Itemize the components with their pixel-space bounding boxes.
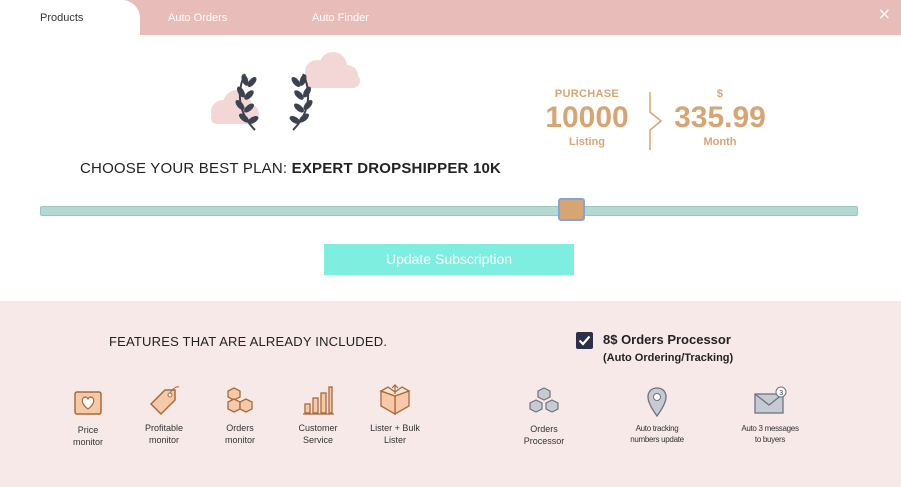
feature-lister-bulk-lister: Lister + Bulk Lister: [362, 384, 428, 446]
envelope-icon: 3: [754, 386, 787, 414]
purchase-stat: PURCHASE 10000 Listing: [540, 88, 634, 148]
feature-customer-service: Customer Service: [290, 384, 346, 446]
plan-title: CHOOSE YOUR BEST PLAN: EXPERT DROPSHIPPE…: [80, 160, 501, 177]
feature-label: Auto 3 messages to buyers: [741, 424, 799, 444]
cloud-icon: [305, 52, 360, 88]
price-tag-heart-icon: [74, 391, 102, 415]
feature-label: Price monitor: [72, 425, 103, 447]
price-stat: $ 335.99 Month: [668, 88, 772, 148]
orders-processor-title: 8$ Orders Processor: [603, 332, 731, 347]
cubes-icon: [529, 387, 559, 413]
processor-orders-processor: Orders Processor: [514, 385, 574, 447]
open-box-icon: [379, 384, 411, 416]
feature-price-monitor: Price monitor: [60, 386, 116, 448]
features-title: FEATURES THAT ARE ALREADY INCLUDED.: [109, 334, 388, 349]
laurel-logo: [211, 52, 360, 131]
processor-auto-messages: 3 Auto 3 messages to buyers: [732, 385, 808, 445]
message-count-badge: 3: [779, 390, 783, 397]
plan-name: EXPERT DROPSHIPPER 10K: [291, 160, 502, 177]
purchase-unit: Listing: [568, 136, 606, 148]
bar-chart-icon: [303, 386, 334, 415]
orders-processor-checkbox[interactable]: [576, 332, 593, 349]
plan-title-prefix: CHOOSE YOUR BEST PLAN:: [80, 160, 292, 177]
feature-orders-monitor: Orders monitor: [212, 384, 268, 446]
tab-bar: Products Auto Orders Auto Finder ×: [0, 0, 901, 35]
feature-label: Customer Service: [298, 423, 338, 445]
price-currency: $: [716, 88, 724, 100]
tab-products[interactable]: Products: [0, 0, 140, 35]
purchase-caption: PURCHASE: [554, 88, 620, 100]
price-unit: Month: [703, 136, 737, 148]
purchase-value: 10000: [545, 101, 629, 134]
plan-slider-track[interactable]: [40, 206, 858, 216]
feature-label: Orders Processor: [523, 424, 565, 446]
chevron-divider-icon: [649, 92, 663, 150]
feature-label: Auto tracking numbers update: [630, 424, 684, 444]
feature-label: Orders monitor: [224, 423, 255, 445]
boxes-icon: [227, 387, 253, 413]
feature-label: Profitable monitor: [144, 423, 184, 445]
tab-auto-orders[interactable]: Auto Orders: [168, 0, 227, 35]
tab-auto-finder[interactable]: Auto Finder: [312, 0, 369, 35]
update-subscription-button[interactable]: Update Subscription: [324, 244, 574, 275]
feature-profitable-monitor: Profitable monitor: [136, 384, 192, 446]
processor-auto-tracking: Auto tracking numbers update: [620, 385, 694, 445]
checkmark-icon: [578, 335, 591, 346]
close-icon[interactable]: ×: [878, 4, 891, 23]
price-value: 335.99: [674, 101, 766, 134]
feature-label: Lister + Bulk Lister: [370, 423, 420, 445]
tag-icon: [149, 386, 180, 416]
plan-slider-handle[interactable]: [558, 198, 586, 221]
orders-processor-subtitle: (Auto Ordering/Tracking): [603, 352, 734, 364]
features-panel: FEATURES THAT ARE ALREADY INCLUDED. 8$ O…: [0, 301, 901, 487]
map-pin-icon: [647, 387, 667, 418]
